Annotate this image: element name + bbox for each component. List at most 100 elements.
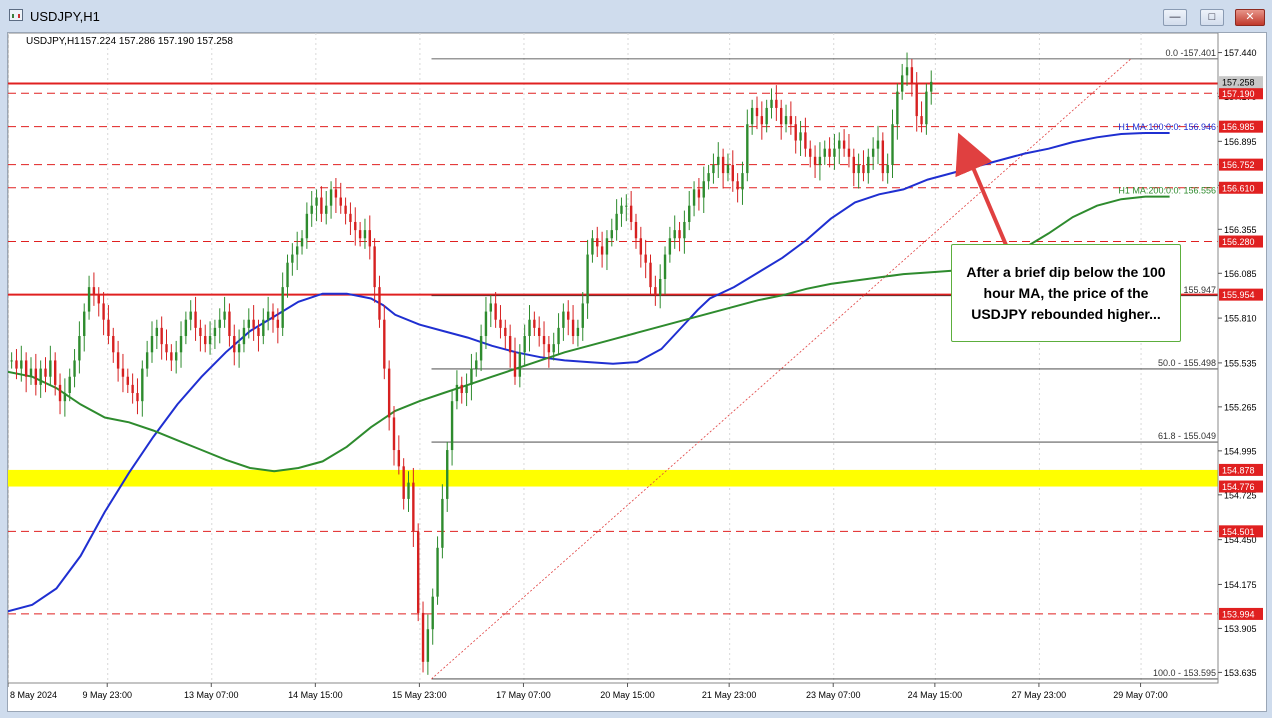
candle	[629, 191, 633, 231]
candle-body	[533, 319, 536, 328]
candle	[494, 292, 497, 328]
candle-body	[886, 164, 889, 174]
candle	[358, 221, 362, 247]
candle	[896, 83, 899, 140]
candle	[262, 308, 265, 345]
candle	[160, 316, 163, 360]
candle	[73, 349, 76, 388]
candle-body	[615, 213, 618, 231]
price-chart[interactable]: 0.0 -157.401 155.947 50.0 - 155.498 61.8 - …	[7, 32, 1266, 711]
candle	[92, 272, 96, 306]
maximize-button[interactable]: □	[1200, 9, 1224, 26]
candle-body	[707, 173, 710, 182]
candle	[862, 150, 865, 182]
candle	[392, 406, 396, 466]
candle-body	[441, 498, 444, 548]
candle	[712, 153, 715, 184]
candle-body	[378, 287, 381, 320]
candle	[930, 70, 933, 105]
candle-body	[276, 319, 280, 328]
chart-area[interactable]: 0.0 -157.401 155.947 50.0 - 155.498 61.8 - …	[7, 32, 1267, 712]
candle	[252, 305, 255, 341]
candle	[823, 140, 826, 165]
candle-body	[426, 629, 430, 662]
candle	[63, 378, 67, 417]
candle	[678, 221, 681, 252]
candle	[24, 352, 28, 393]
candle	[818, 142, 822, 181]
candle	[847, 134, 851, 168]
minimize-icon: —	[1169, 11, 1181, 23]
price-tick-label: 154.995	[1224, 446, 1257, 456]
candle	[605, 230, 609, 271]
candle-body	[145, 352, 149, 369]
candle-body	[915, 83, 918, 117]
candle	[625, 194, 628, 222]
minimize-button[interactable]: —	[1163, 9, 1187, 26]
candle-body	[349, 213, 352, 222]
candle	[228, 303, 231, 347]
candle-body	[847, 148, 851, 157]
candle	[368, 215, 371, 260]
candle-body	[891, 124, 894, 165]
candle	[310, 191, 313, 227]
candle-body	[900, 75, 904, 92]
candle-body	[833, 148, 836, 157]
candle	[295, 231, 299, 271]
close-button[interactable]: ✕	[1235, 9, 1265, 26]
candle	[223, 296, 226, 328]
time-tick-label: 9 May 23:00	[82, 690, 132, 700]
candle	[702, 166, 705, 214]
time-tick-label: 14 May 15:00	[288, 690, 343, 700]
candle-body	[717, 156, 720, 165]
candle-body	[112, 336, 115, 353]
candle-body	[852, 156, 855, 174]
candle	[184, 311, 188, 345]
time-tick-label: 13 May 07:00	[184, 690, 239, 700]
terminal-window: USDJPY,H1 — □ ✕ 0.0 -157.401 155.947 50.0 …	[0, 0, 1272, 718]
candle	[329, 181, 333, 219]
candle	[591, 230, 594, 263]
candle	[721, 148, 725, 189]
candle-body	[765, 107, 768, 125]
candle-body	[416, 531, 420, 613]
candle	[557, 313, 560, 355]
candle	[266, 296, 270, 331]
price-level-value: 154.501	[1222, 527, 1255, 537]
candle	[688, 191, 691, 231]
chart-window-icon	[9, 9, 23, 21]
candle-body	[460, 384, 463, 394]
candle-body	[663, 254, 667, 279]
candle	[620, 197, 623, 227]
candle-body	[92, 287, 96, 296]
window-titlebar[interactable]: USDJPY,H1 — □ ✕	[0, 0, 1272, 32]
candle	[775, 85, 778, 121]
candle-body	[813, 156, 817, 165]
candle	[441, 484, 444, 559]
candle-body	[165, 344, 168, 353]
time-tick-label: 8 May 2024	[10, 690, 57, 700]
candle	[170, 344, 173, 372]
candle-body	[581, 303, 584, 328]
candle-body	[571, 319, 575, 337]
candle-body	[658, 278, 662, 296]
candle	[905, 52, 909, 86]
candle	[915, 72, 918, 132]
candle-body	[436, 547, 439, 597]
candle-body	[325, 205, 328, 214]
candle	[600, 231, 604, 268]
current-price-value: 157.258	[1222, 78, 1255, 88]
candle	[470, 353, 473, 401]
candle-body	[557, 327, 560, 345]
candle-body	[755, 107, 759, 117]
candle-body	[189, 311, 192, 320]
candle-body	[605, 238, 609, 255]
candle-body	[20, 360, 23, 369]
candle-body	[639, 238, 643, 255]
fib-level-label: 0.0 -157.401	[1165, 48, 1216, 58]
candle-body	[688, 205, 691, 222]
candle	[673, 215, 676, 249]
candle	[697, 177, 701, 211]
candle	[426, 614, 430, 675]
candle-body	[799, 132, 802, 141]
